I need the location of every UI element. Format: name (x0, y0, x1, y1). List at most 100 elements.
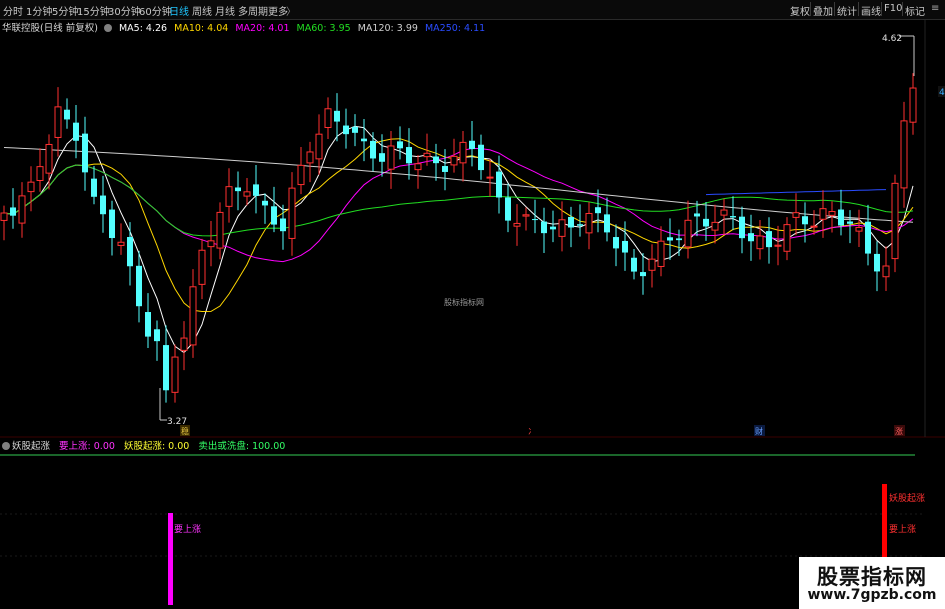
candle-body (271, 206, 277, 225)
candle-body (748, 233, 754, 242)
candle-body (891, 182, 899, 260)
signal-bar-up (168, 513, 173, 605)
candle-body (73, 122, 79, 141)
candle-body (0, 212, 8, 221)
candle-body (847, 221, 853, 224)
candle-body (667, 237, 673, 241)
candle (711, 204, 719, 244)
candle-body (91, 178, 97, 197)
candle (838, 189, 844, 236)
candle (315, 114, 323, 175)
candle (243, 178, 251, 206)
candle-body (469, 140, 475, 150)
candle-body (909, 87, 917, 123)
candle-body (225, 186, 233, 207)
candle-body (450, 155, 458, 166)
candle-body (730, 216, 736, 218)
candle (0, 205, 8, 241)
candle-body (783, 224, 791, 252)
candle (127, 222, 133, 286)
candle-body (766, 231, 772, 248)
indicator-pane: 要上涨 妖股起涨 要上涨 (0, 454, 925, 605)
candle (783, 217, 791, 261)
candle-body (361, 138, 367, 142)
candle (343, 108, 349, 149)
candle (82, 116, 88, 191)
signal-bar-yao (882, 484, 887, 557)
candle-body (54, 106, 62, 138)
candle-body (810, 225, 818, 228)
candle-body (676, 238, 682, 241)
candle-body (711, 221, 719, 231)
candle-body (109, 209, 115, 239)
candle-body (379, 153, 385, 162)
candle-body (828, 211, 836, 216)
candle-body (855, 226, 863, 232)
candle (882, 246, 890, 292)
candle-body (243, 191, 251, 197)
signal-label-up-2: 要上涨 (889, 524, 916, 535)
candle (720, 198, 728, 235)
candle (262, 193, 268, 224)
candle (306, 141, 314, 183)
candle-body (819, 208, 827, 220)
candle-body (541, 221, 547, 234)
ma120-line (3, 147, 914, 223)
candle-body (622, 240, 628, 253)
candle (324, 97, 332, 139)
kline-chart[interactable]: 4.62 3.27 4 股标指标网 稳 冫 财 涨 要上涨 妖股起涨 要上涨 (0, 0, 945, 609)
event-mark-red: 冫 (528, 427, 536, 436)
candle-body (27, 181, 35, 193)
candle (171, 344, 179, 403)
candle (874, 241, 880, 292)
candle (613, 224, 619, 267)
candle-body (756, 235, 764, 250)
ma5-line (3, 125, 914, 354)
candle (657, 226, 665, 277)
candle (604, 197, 610, 242)
candle-body (154, 329, 160, 342)
candle-body (189, 286, 197, 346)
candle-body (792, 212, 800, 218)
candle-body (387, 145, 395, 170)
candle-body (703, 218, 709, 227)
right-price-label: 4 (939, 88, 945, 98)
signal-label-up: 要上涨 (174, 524, 201, 535)
candle-body (739, 216, 745, 239)
candle-body (802, 216, 808, 225)
candle (748, 214, 754, 261)
candle-body (100, 195, 106, 215)
candle-body (865, 221, 871, 254)
event-mark-cai: 财 (755, 426, 763, 436)
candle (73, 104, 79, 159)
candle-body (577, 224, 583, 226)
candle-body (505, 197, 511, 221)
candle-body (280, 218, 286, 232)
candle (585, 202, 593, 250)
candle-body (253, 184, 259, 196)
candle-body (648, 258, 656, 271)
candle-body (136, 265, 142, 307)
candle-body (10, 207, 16, 216)
candle-body (720, 209, 728, 216)
candle (352, 114, 358, 147)
candle (414, 154, 422, 189)
candle (478, 134, 484, 180)
candle-body (774, 244, 782, 247)
candle (667, 218, 673, 260)
candle-body (442, 166, 448, 172)
candle (235, 171, 241, 211)
candle-body (882, 265, 890, 278)
candle-body (423, 152, 431, 158)
site-watermark-url: www.7gpzb.com (807, 587, 937, 603)
candle (145, 293, 151, 348)
event-mark-zhang: 涨 (895, 426, 903, 436)
candle (45, 134, 53, 190)
candle-body (18, 195, 26, 224)
candle-body (180, 337, 188, 351)
candle (676, 229, 682, 257)
candle (442, 149, 448, 191)
candle-body (216, 211, 224, 249)
candle (730, 196, 736, 231)
candle-body (640, 272, 646, 277)
